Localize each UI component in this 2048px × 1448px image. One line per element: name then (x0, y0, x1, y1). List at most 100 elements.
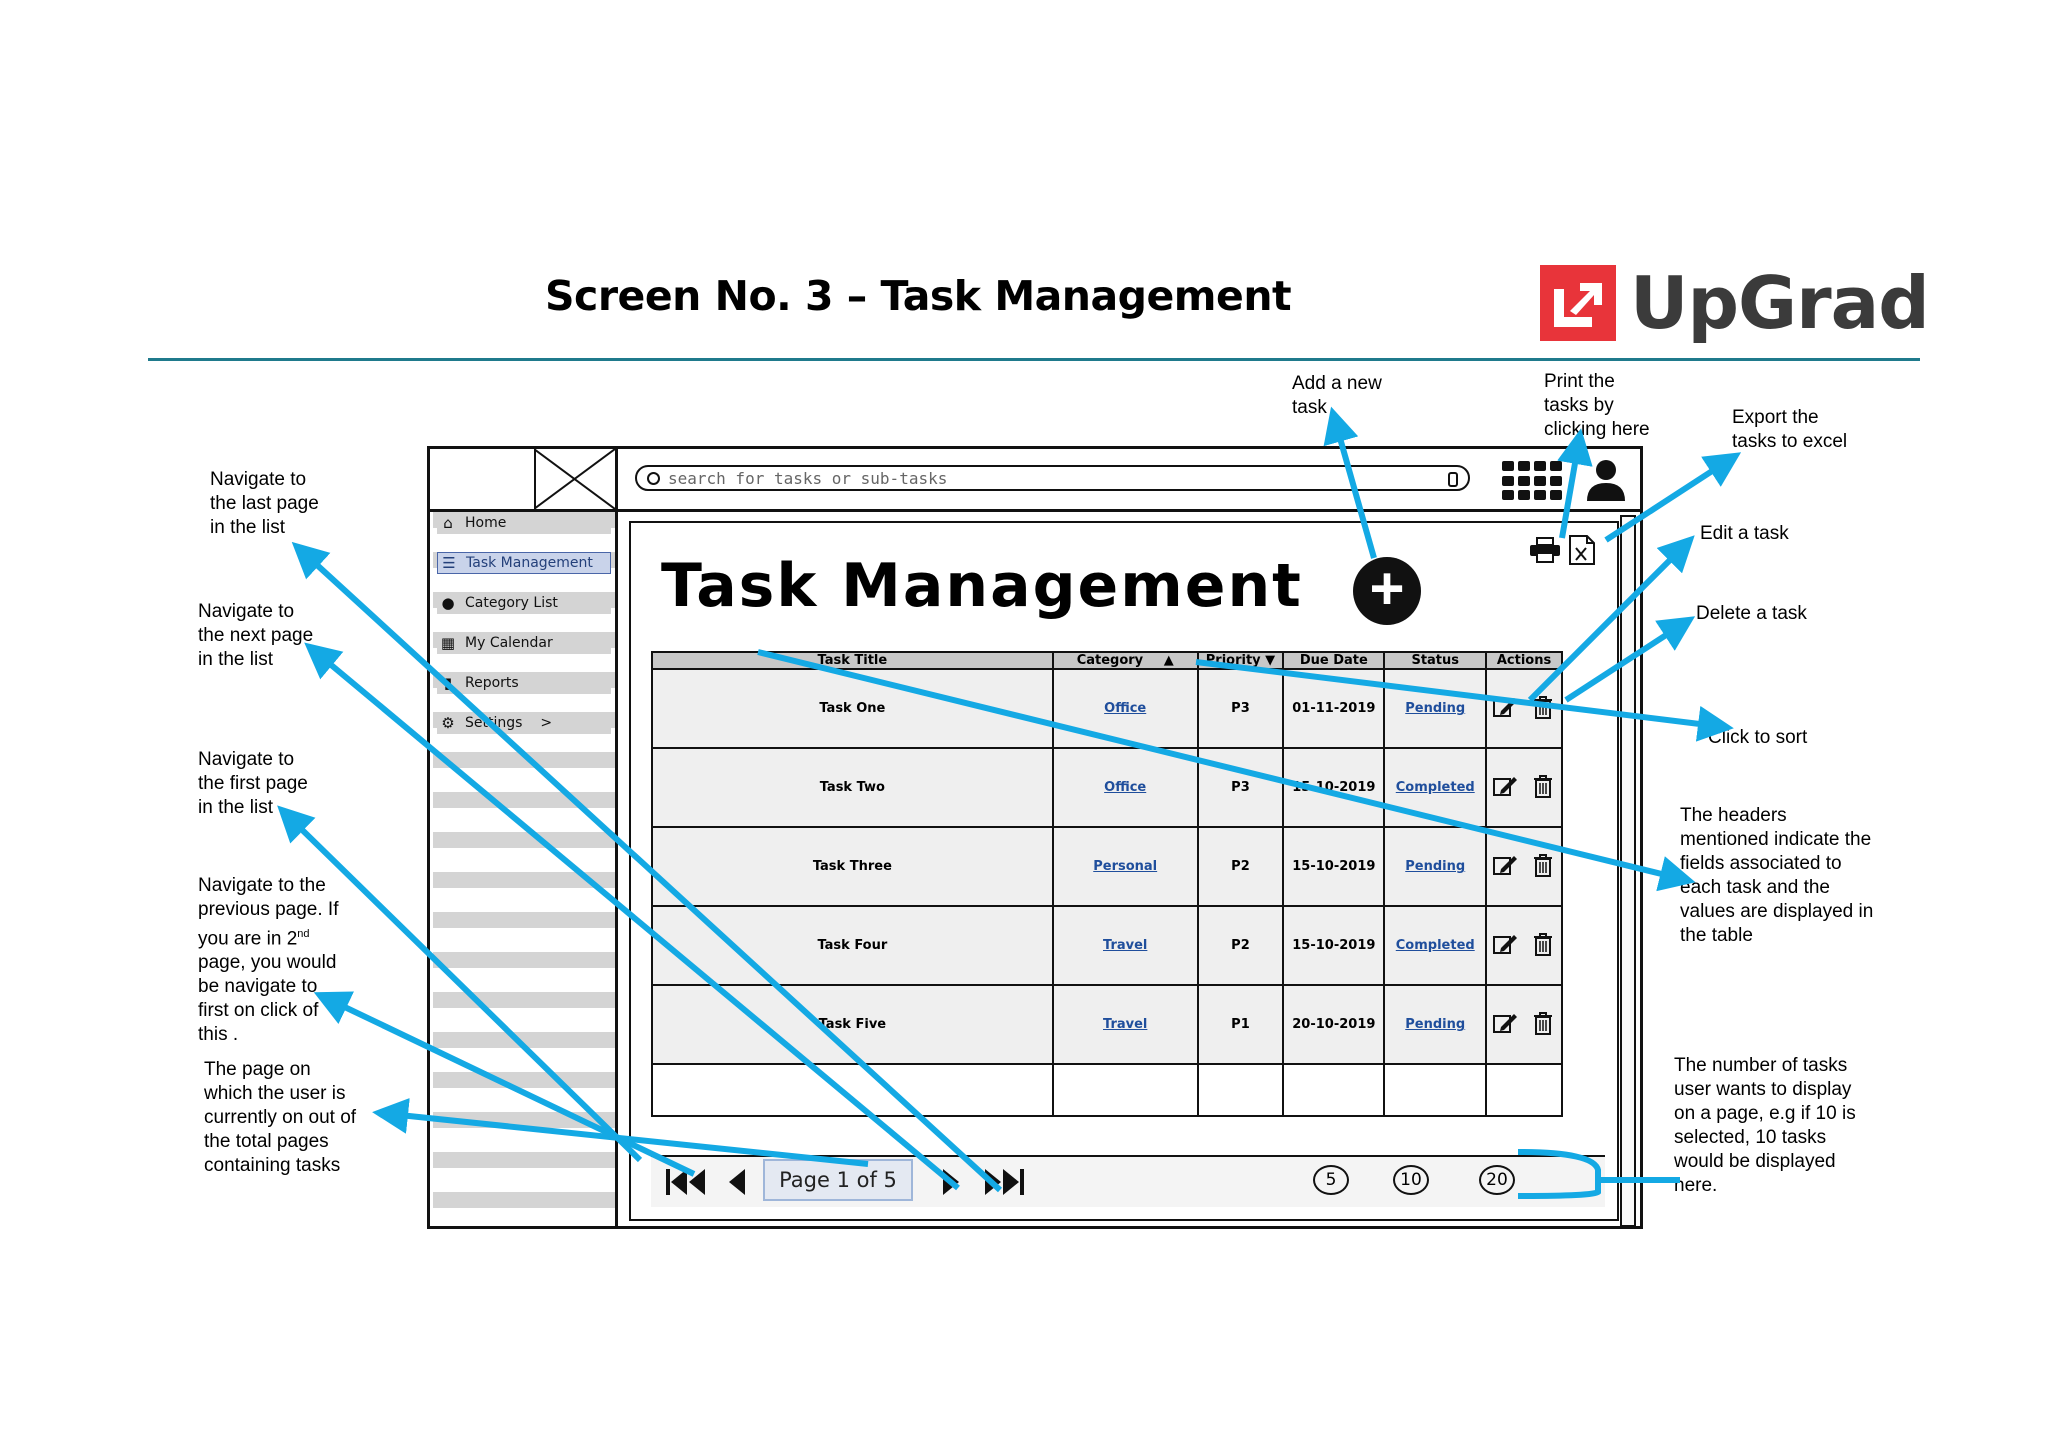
edit-icon[interactable] (1492, 695, 1518, 723)
user-avatar-icon[interactable] (1583, 457, 1629, 503)
header-category[interactable]: Category ▲ (1051, 651, 1199, 670)
brand-name: UpGrad (1630, 261, 1930, 345)
sidebar-item-my-calendar[interactable]: ▦ My Calendar (437, 632, 611, 654)
task-due-date: 20-10-2019 (1282, 984, 1386, 1065)
next-page-icon[interactable] (941, 1165, 961, 1199)
note-last-page: Navigate to the last page in the list (210, 469, 319, 538)
page-title: Task Management (661, 551, 1303, 621)
task-priority: P2 (1196, 826, 1285, 907)
task-actions (1485, 984, 1563, 1065)
apps-grid-icon[interactable] (1502, 461, 1562, 501)
print-icon[interactable] (1529, 537, 1561, 563)
table-row[interactable]: Task Five Travel P1 20-10-2019 Pending (651, 984, 1563, 1065)
page-indicator: Page 1 of 5 (763, 1159, 913, 1201)
delete-icon[interactable] (1530, 1011, 1556, 1039)
task-title: Task Four (651, 905, 1054, 986)
sidebar-item-category-list[interactable]: ● Category List (437, 592, 611, 614)
first-page-icon[interactable] (665, 1165, 709, 1199)
task-category-link[interactable]: Office (1051, 668, 1199, 749)
list-icon: ☰ (442, 554, 456, 572)
sidebar-item-settings[interactable]: ⚙ Settings > (437, 712, 611, 734)
note-edit: Edit a task (1700, 523, 1789, 544)
search-placeholder: search for tasks or sub-tasks (668, 468, 948, 488)
edit-icon[interactable] (1492, 774, 1518, 802)
task-status-link[interactable]: Completed (1383, 747, 1488, 828)
pagination-bar: Page 1 of 5 5 10 20 (651, 1155, 1605, 1207)
topbar-divider (618, 509, 1640, 512)
vertical-scrollbar[interactable] (1620, 515, 1636, 1227)
sort-up-icon[interactable]: ▲ (1164, 653, 1174, 668)
task-priority: P1 (1196, 984, 1285, 1065)
task-title: Task Two (651, 747, 1054, 828)
task-title: Task One (651, 668, 1054, 749)
edit-icon[interactable] (1492, 1011, 1518, 1039)
task-priority: P2 (1196, 905, 1285, 986)
note-headers: The headers mentioned indicate the fields … (1680, 805, 1874, 946)
edit-icon[interactable] (1492, 853, 1518, 881)
note-previous-page: Navigate to the previous page. If you are… (198, 875, 339, 1046)
note-add-task: Add a new task (1292, 373, 1382, 418)
table-row[interactable]: Task Four Travel P2 15-10-2019 Completed (651, 905, 1563, 986)
search-input[interactable]: search for tasks or sub-tasks (635, 465, 1470, 491)
task-category-link[interactable]: Travel (1051, 984, 1199, 1065)
task-due-date: 01-11-2019 (1282, 668, 1386, 749)
delete-icon[interactable] (1530, 932, 1556, 960)
sidebar-item-home[interactable]: ⌂ Home (437, 512, 611, 534)
add-task-button[interactable]: + (1353, 557, 1421, 625)
header-priority[interactable]: Priority ▼ (1196, 651, 1285, 670)
delete-icon[interactable] (1530, 695, 1556, 723)
last-page-icon[interactable] (981, 1165, 1025, 1199)
note-current-page: The page on which the user is currently o… (204, 1059, 357, 1176)
sidebar: ⌂ Home ☰ Task Management ● Category List… (433, 512, 615, 1226)
task-status-link[interactable]: Completed (1383, 905, 1488, 986)
edit-icon[interactable] (1492, 932, 1518, 960)
previous-page-icon[interactable] (727, 1165, 747, 1199)
note-print: Print the tasks by clicking here (1544, 371, 1650, 440)
table-row-empty (651, 1063, 1563, 1117)
task-status-link[interactable]: Pending (1383, 826, 1488, 907)
header-due-date[interactable]: Due Date (1282, 651, 1386, 670)
page-size-option[interactable]: 20 (1479, 1165, 1515, 1195)
note-next-page: Navigate to the next page in the list (198, 601, 314, 670)
microphone-icon[interactable] (1448, 472, 1458, 487)
delete-icon[interactable] (1530, 774, 1556, 802)
upgrad-logo: UpGrad (1540, 261, 1930, 345)
export-excel-icon[interactable] (1569, 535, 1595, 565)
table-row[interactable]: Task One Office P3 01-11-2019 Pending (651, 668, 1563, 749)
dot-icon: ● (441, 594, 455, 612)
sidebar-border (615, 509, 618, 1229)
home-icon: ⌂ (443, 514, 453, 532)
note-first-page: Navigate to the first page in the list (198, 749, 308, 818)
header-actions: Actions (1485, 651, 1563, 670)
task-category-link[interactable]: Travel (1051, 905, 1199, 986)
table-row[interactable]: Task Two Office P3 15-10-2019 Completed (651, 747, 1563, 828)
sort-down-icon[interactable]: ▼ (1265, 653, 1275, 668)
delete-icon[interactable] (1530, 853, 1556, 881)
divider (148, 358, 1920, 361)
search-icon (647, 471, 660, 485)
plus-icon: + (1369, 555, 1405, 622)
task-status-link[interactable]: Pending (1383, 668, 1488, 749)
task-actions (1485, 747, 1563, 828)
task-category-link[interactable]: Office (1051, 747, 1199, 828)
note-page-size: The number of tasks user wants to display… (1674, 1055, 1856, 1196)
task-priority: P3 (1196, 747, 1285, 828)
image-placeholder-icon (534, 449, 618, 509)
task-priority: P3 (1196, 668, 1285, 749)
header-task-title[interactable]: Task Title (651, 651, 1054, 670)
sidebar-item-reports[interactable]: ▮ Reports (437, 672, 611, 694)
chevron-right-icon: > (540, 715, 553, 731)
task-category-link[interactable]: Personal (1051, 826, 1199, 907)
header-status[interactable]: Status (1383, 651, 1488, 670)
page-size-option[interactable]: 5 (1313, 1165, 1349, 1195)
sidebar-item-task-management[interactable]: ☰ Task Management (437, 552, 611, 574)
table-header-row: Task Title Category ▲ Priority ▼ Due Dat… (651, 651, 1563, 670)
task-status-link[interactable]: Pending (1383, 984, 1488, 1065)
page-size-option[interactable]: 10 (1393, 1165, 1429, 1195)
slide-title: Screen No. 3 – Task Management (545, 272, 1292, 320)
task-actions (1485, 905, 1563, 986)
bar-chart-icon: ▮ (443, 674, 453, 692)
table-row[interactable]: Task Three Personal P2 15-10-2019 Pending (651, 826, 1563, 907)
task-due-date: 15-10-2019 (1282, 747, 1386, 828)
main-content: Task Management + Task Title Category ▲ (629, 521, 1619, 1221)
